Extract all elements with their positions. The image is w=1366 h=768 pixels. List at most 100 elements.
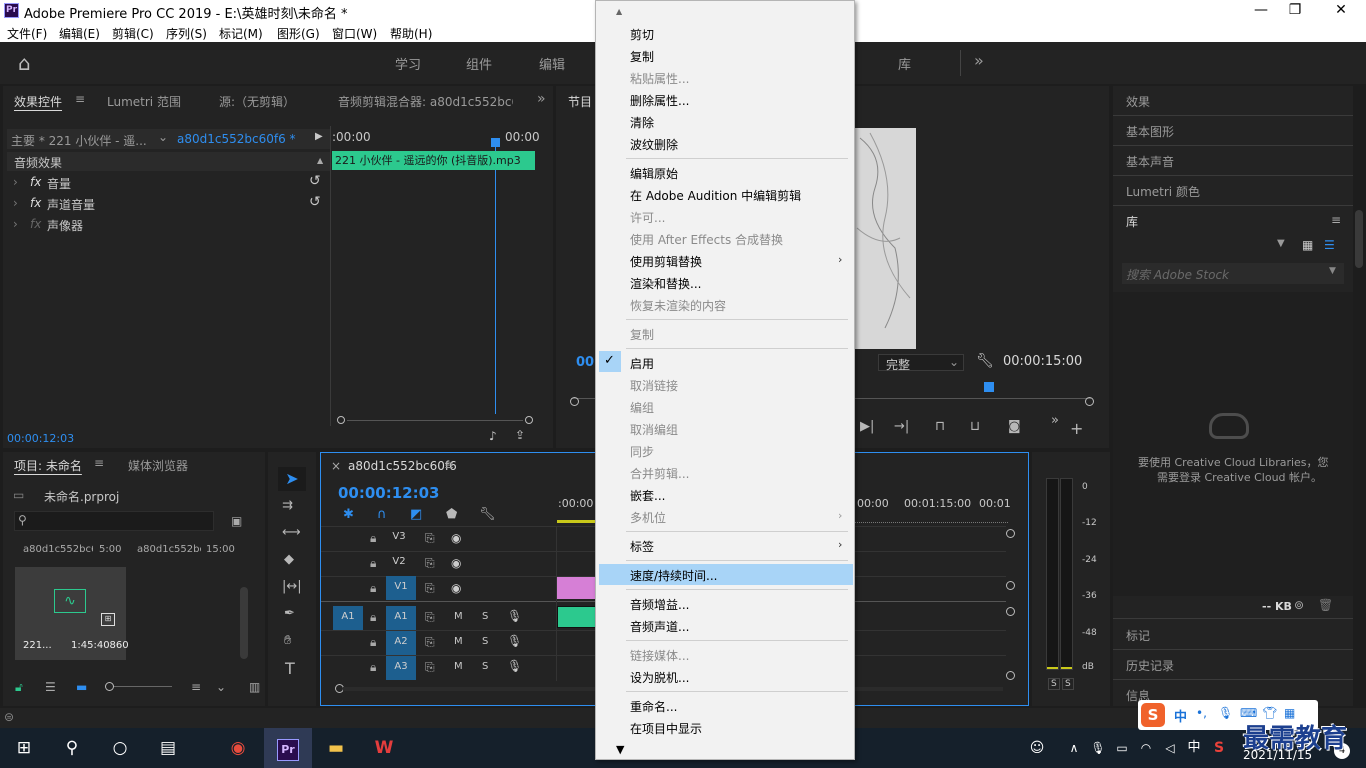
punctuation-icon[interactable]: •, [1196, 706, 1207, 720]
track-select-tool-icon[interactable]: ⇉ [282, 498, 293, 513]
tab-media-browser[interactable]: 媒体浏览器 [128, 457, 188, 474]
cortana-icon[interactable]: ○ [96, 728, 144, 768]
menu-item-label[interactable]: 标签 [630, 538, 654, 555]
windows-start-icon[interactable]: ⊞ [0, 728, 48, 768]
list-view-icon[interactable]: ☰ [1324, 238, 1335, 252]
panel-effects[interactable]: 效果 [1126, 93, 1150, 110]
expand-icon[interactable]: › [13, 175, 18, 189]
scroll-up-icon[interactable]: ▲ [616, 7, 622, 16]
panel-markers[interactable]: 标记 [1126, 627, 1150, 644]
chrome-icon[interactable]: ◉ [214, 728, 262, 768]
chevron-down-icon[interactable]: ▼ [1329, 266, 1336, 276]
tab-lumetri-scopes[interactable]: Lumetri 范围 [107, 93, 181, 110]
menu-item-speed-duration[interactable]: 速度/持续时间... [630, 567, 718, 584]
home-icon[interactable]: ⌂ [18, 51, 31, 75]
voice-icon[interactable]: 🎙︎ [1218, 706, 1233, 720]
minimize-button[interactable]: — [1246, 2, 1276, 20]
menu-help[interactable]: 帮助(H) [390, 25, 432, 42]
reset-icon[interactable]: ↺ [309, 194, 321, 210]
scroll-handle[interactable] [1006, 671, 1015, 680]
more-buttons-icon[interactable]: » [1051, 413, 1059, 428]
list-view-icon[interactable]: ☰ [45, 680, 56, 694]
lock-icon[interactable]: 🔒︎ [370, 556, 376, 571]
track-label-v3[interactable]: V3 [387, 526, 411, 548]
close-button[interactable]: ✕ [1326, 2, 1356, 20]
track-label-v1[interactable]: V1 [386, 576, 416, 600]
scroll-handle[interactable] [525, 416, 533, 424]
menu-item-nest[interactable]: 嵌套... [630, 487, 665, 504]
solo-button[interactable]: S [482, 661, 488, 672]
audio-clip[interactable] [557, 606, 597, 628]
zoom-slider[interactable] [114, 686, 172, 687]
work-area-bar[interactable] [557, 511, 597, 523]
eye-icon[interactable]: ◉ [451, 531, 461, 545]
slip-tool-icon[interactable]: |↔| [282, 579, 302, 594]
expand-icon[interactable]: › [13, 196, 18, 210]
freeform-view-icon[interactable]: ▥ [249, 680, 260, 694]
tab-sequence[interactable]: a80d1c552bc60f6 [348, 459, 457, 473]
maximize-button[interactable]: ❐ [1280, 2, 1310, 20]
trash-icon[interactable]: 🗑︎ [1318, 598, 1333, 612]
menu-sequence[interactable]: 序列(S) [166, 25, 207, 42]
more-workspaces-icon[interactable]: » [974, 51, 984, 70]
scroll-handle[interactable] [337, 416, 345, 424]
panel-essential-graphics[interactable]: 基本图形 [1126, 123, 1174, 140]
mute-button[interactable]: M [454, 661, 463, 672]
panel-menu-icon[interactable]: ≡ [1331, 213, 1341, 227]
video-clip[interactable] [557, 577, 597, 599]
microphone-icon[interactable]: 🎙︎ [507, 609, 522, 623]
timeline-timecode[interactable]: 00:00:12:03 [338, 484, 440, 502]
linked-selection-icon[interactable]: ◩ [410, 507, 422, 522]
tab-program[interactable]: 节目 [568, 93, 592, 110]
menu-item-audio-channels[interactable]: 音频声道... [630, 618, 689, 635]
panel-menu-icon[interactable]: ≡ [94, 456, 104, 470]
menu-item-reveal-in-project[interactable]: 在项目中显示 [630, 720, 702, 737]
current-timecode[interactable]: 00:00:12:03 [7, 432, 74, 445]
master-clip-label[interactable]: 主要 * 221 小伙伴 - 遥... [11, 132, 151, 149]
track-label-a3[interactable]: A3 [386, 656, 416, 680]
track-label-v2[interactable]: V2 [387, 551, 411, 573]
mute-button[interactable]: M [454, 636, 463, 647]
chevron-down-icon[interactable]: ▼ [1277, 238, 1285, 249]
scrollbar[interactable] [1355, 210, 1363, 268]
premiere-taskbar-icon[interactable]: Pr [264, 728, 312, 768]
sync-lock-icon[interactable]: ⎘ [425, 581, 435, 596]
sogou-tray-icon[interactable]: S [1206, 728, 1232, 768]
close-tab-icon[interactable]: × [331, 459, 341, 473]
workspace-editing[interactable]: 编辑 [539, 54, 565, 73]
new-bin-icon[interactable]: ▣ [231, 514, 242, 528]
solo-right-button[interactable]: S [1062, 678, 1074, 690]
menu-item-edit-in-audition[interactable]: 在 Adobe Audition 中编辑剪辑 [630, 187, 801, 204]
effect-panner[interactable]: 声像器 [47, 217, 83, 234]
menu-file[interactable]: 文件(F) [7, 25, 47, 42]
solo-button[interactable]: S [482, 611, 488, 622]
eye-icon[interactable]: ◉ [451, 581, 461, 595]
step-forward-icon[interactable]: ▶| [860, 419, 874, 434]
lock-icon[interactable]: 🔒︎ [370, 610, 376, 625]
menu-marker[interactable]: 标记(M) [219, 25, 263, 42]
quality-select[interactable]: 完整 ⌄ [878, 354, 964, 372]
tray-chevron-icon[interactable]: ∧ [1062, 728, 1086, 768]
reset-icon[interactable]: ↺ [309, 173, 321, 189]
menu-item-edit-original[interactable]: 编辑原始 [630, 165, 678, 182]
lock-icon[interactable]: 🔒︎ [370, 635, 376, 650]
track-label-a1[interactable]: A1 [386, 606, 416, 630]
scrollbar[interactable] [240, 587, 248, 659]
lock-icon[interactable]: 🔒︎ [370, 660, 376, 675]
microphone-icon[interactable]: 🎙︎ [507, 659, 522, 673]
filter-audio-icon[interactable]: ♪ [489, 429, 497, 443]
tab-source[interactable]: 源:（无剪辑） [219, 93, 295, 110]
wifi-icon[interactable]: ◠ [1134, 728, 1158, 768]
microphone-tray-icon[interactable]: 🎙︎ [1086, 728, 1110, 768]
menu-item-ripple-delete[interactable]: 波纹删除 [630, 136, 678, 153]
razor-tool-icon[interactable]: ◆ [284, 552, 294, 567]
mute-button[interactable]: M [454, 611, 463, 622]
workspace-libraries[interactable]: 库 [898, 54, 911, 73]
pen-tool-icon[interactable]: ✒ [284, 606, 295, 621]
media-thumbnail[interactable]: ∿ ⊞ 221... 1:45:40860 [15, 567, 129, 660]
scroll-handle[interactable] [1006, 529, 1015, 538]
project-search-input[interactable]: ⚲ [14, 511, 214, 531]
export-icon[interactable]: ⇪ [515, 428, 525, 442]
sync-lock-icon[interactable]: ⎘ [425, 635, 435, 650]
menu-item-enable[interactable]: 启用 [630, 355, 654, 372]
